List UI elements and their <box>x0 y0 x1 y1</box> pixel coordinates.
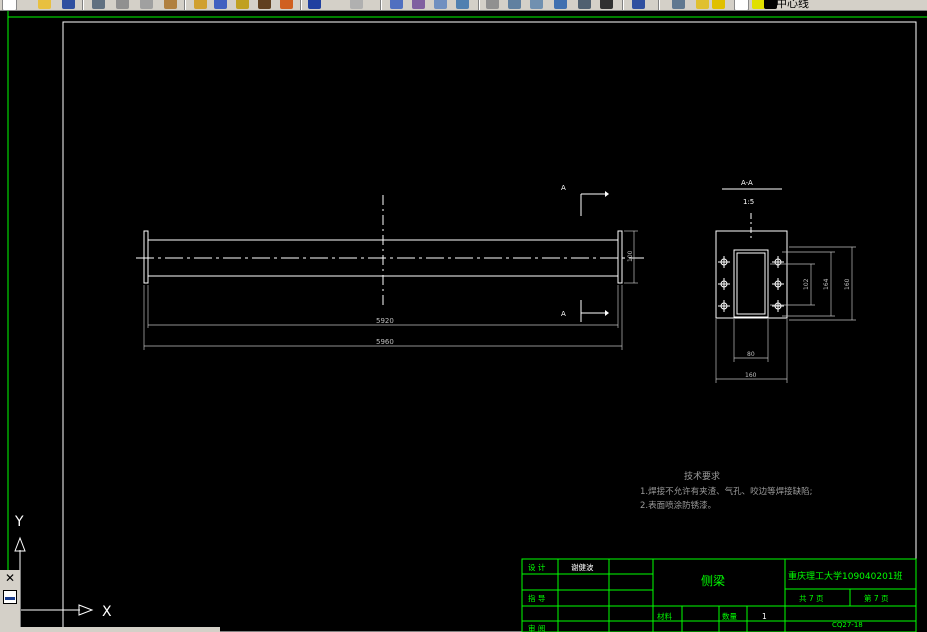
tube-inner <box>736 252 766 315</box>
redo-icon[interactable] <box>258 0 271 9</box>
section-title: A-A <box>741 179 753 187</box>
preview-icon[interactable] <box>116 0 129 9</box>
close-icon[interactable]: ✕ <box>3 571 17 585</box>
toolbar-separator <box>478 0 480 10</box>
standard-toolbar: 中心线 <box>0 0 927 11</box>
section-scale: 1:5 <box>743 198 754 206</box>
paste-icon[interactable] <box>194 0 207 9</box>
dim-text-outer-w: 160 <box>745 372 757 379</box>
layer-freeze-icon[interactable] <box>632 0 645 9</box>
tb-designer-name: 谢健波 <box>571 562 594 572</box>
match-icon[interactable] <box>214 0 227 9</box>
toolbar-separator <box>380 0 382 10</box>
notes-title: 技术要求 <box>684 470 720 482</box>
layer-manager-icon[interactable] <box>578 0 591 9</box>
new-icon[interactable] <box>2 0 17 10</box>
cut-icon[interactable] <box>140 0 153 9</box>
tb-part-name: 侧梁 <box>701 573 725 588</box>
dim-text-height: 100 <box>627 250 634 262</box>
tube-outer <box>733 249 769 318</box>
ucs-x-arrow <box>78 604 94 616</box>
ucs-y-label: Y <box>14 514 24 530</box>
left-flange <box>143 230 149 284</box>
tb-total-pages: 共 7 页 <box>799 594 824 603</box>
markup-icon[interactable] <box>508 0 521 9</box>
zoom-window-icon[interactable] <box>350 0 363 9</box>
layer-on-icon[interactable] <box>696 0 709 9</box>
tb-school: 重庆理工大学109040201班 <box>788 570 903 582</box>
layer-sun-icon[interactable] <box>712 0 725 9</box>
tb-drawing-no: CQ27-18 <box>832 621 863 629</box>
ucs-x-label: X <box>102 604 112 620</box>
dim-text-inner: 5920 <box>376 317 394 325</box>
arrowhead-top <box>605 191 609 197</box>
tb-material-label: 材料 <box>657 611 672 621</box>
tool-palette-icon[interactable] <box>456 0 469 9</box>
design-center-icon[interactable] <box>434 0 447 9</box>
zoom-previous-icon[interactable] <box>390 0 403 9</box>
drawing-canvas[interactable]: A A 5920 5960 100 A-A 1:5 102 164 160 80… <box>0 11 927 632</box>
layer-dropdown-value[interactable]: 中心线 <box>776 0 809 10</box>
tb-page-no: 第 7 页 <box>864 593 889 603</box>
save-icon[interactable] <box>62 0 75 9</box>
layout-tabs[interactable] <box>20 627 220 632</box>
notes-line-2: 2.表面喷涂防锈漆。 <box>640 500 716 511</box>
properties-icon[interactable] <box>412 0 425 9</box>
arrowhead-bottom <box>605 310 609 316</box>
toolbar-separator <box>300 0 302 10</box>
layer-properties-icon[interactable] <box>672 0 685 9</box>
dim-text-inner-w: 80 <box>747 351 755 358</box>
properties-palette-dock[interactable]: ✕ <box>0 570 21 632</box>
tb-quantity-value: 1 <box>762 612 767 621</box>
open-icon[interactable] <box>38 0 51 9</box>
copy-icon[interactable] <box>164 0 177 9</box>
main-dimensions <box>143 230 638 350</box>
ucs-y-arrow <box>14 536 26 552</box>
pan-icon[interactable] <box>280 0 293 9</box>
toolbar-separator <box>658 0 660 10</box>
bolt-crosshairs <box>718 256 784 312</box>
ucs-icon <box>14 536 94 616</box>
properties-palette-icon[interactable] <box>3 590 17 604</box>
toolbar-separator <box>184 0 186 10</box>
tb-quantity-label: 数量 <box>722 611 737 621</box>
tb-review-label: 审 阅 <box>528 623 545 632</box>
right-flange <box>617 230 623 284</box>
dim-text-outer: 5960 <box>376 338 394 346</box>
drawing-frame <box>62 21 917 632</box>
toolbar-separator <box>622 0 624 10</box>
tb-guide-label: 指 导 <box>528 593 546 603</box>
notes-line-1: 1.焊接不允许有夹渣、气孔、咬边等焊接缺陷; <box>640 486 812 497</box>
sheet-set-icon[interactable] <box>486 0 499 9</box>
section-label-top: A <box>561 184 566 192</box>
help-icon[interactable] <box>554 0 567 9</box>
section-label-bottom: A <box>561 310 566 318</box>
dim-text-inner-h: 102 <box>803 278 810 290</box>
bolt-holes <box>718 256 784 312</box>
layer-state-icon[interactable] <box>600 0 613 9</box>
tb-design-label: 设 计 <box>528 562 546 572</box>
layer-lock-icon[interactable] <box>734 0 749 10</box>
zoom-realtime-icon[interactable] <box>308 0 321 9</box>
calc-icon[interactable] <box>530 0 543 9</box>
print-icon[interactable] <box>92 0 105 9</box>
dim-text-bolt-h: 164 <box>823 278 830 290</box>
toolbar-separator <box>82 0 84 10</box>
dim-text-outer-h: 160 <box>844 278 851 290</box>
undo-icon[interactable] <box>236 0 249 9</box>
